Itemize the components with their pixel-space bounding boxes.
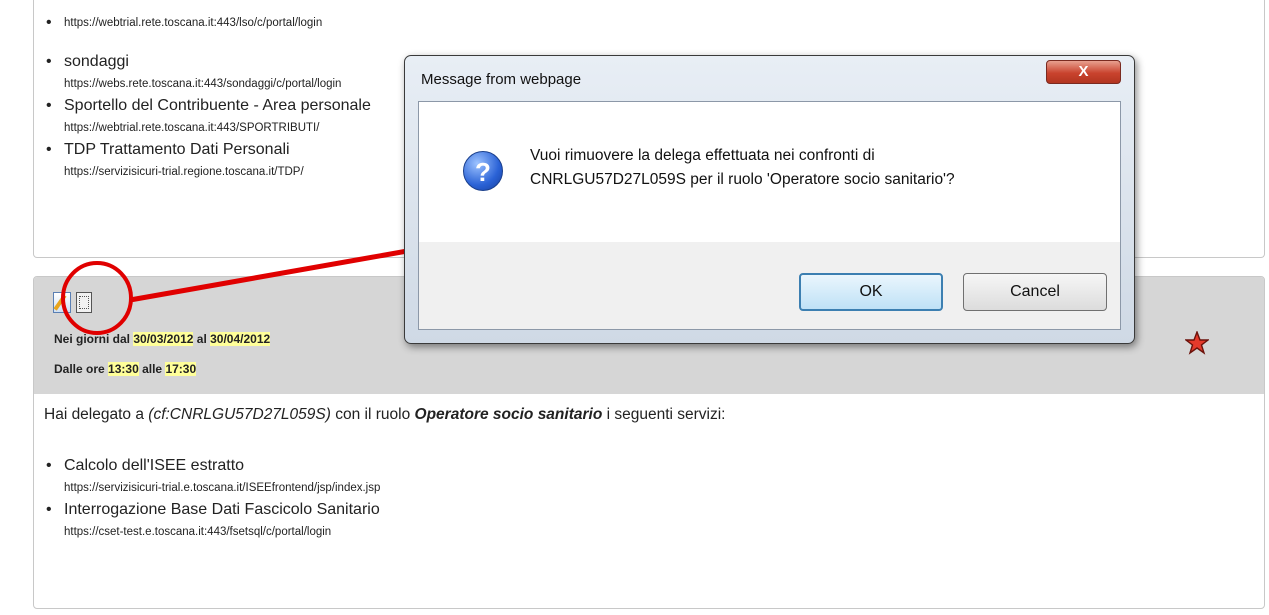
intro-text-a: Hai delegato a	[44, 406, 144, 423]
date-range: Nei giorni dal 30/03/2012 al 30/04/2012	[54, 332, 271, 346]
intro-text-b: con il ruolo	[335, 406, 411, 423]
question-icon: ?	[463, 151, 503, 191]
list-item: Interrogazione Base Dati Fascicolo Sanit…	[44, 499, 380, 543]
service-name[interactable]: sondaggi	[64, 51, 371, 73]
list-item: Sportello del Contribuente - Area person…	[44, 95, 371, 139]
delegate-role: Operatore socio sanitario	[414, 406, 603, 423]
date-to: 30/04/2012	[210, 332, 271, 346]
and-label: al	[196, 332, 207, 346]
service-url[interactable]: https://webtrial.rete.toscana.it:443/SPO…	[64, 117, 371, 139]
close-button[interactable]: X	[1046, 60, 1121, 84]
list-item: Calcolo dell'ISEE estratto https://servi…	[44, 455, 380, 499]
top-service-list: https://webtrial.rete.toscana.it:443/lso…	[44, 12, 322, 34]
delegated-service-list: Calcolo dell'ISEE estratto https://servi…	[44, 455, 380, 543]
dialog-message-line1: Vuoi rimuovere la delega effettuata nei …	[530, 147, 875, 164]
date-from: 30/03/2012	[133, 332, 194, 346]
service-url[interactable]: https://webtrial.rete.toscana.it:443/lso…	[64, 12, 322, 34]
list-item: TDP Trattamento Dati Personali https://s…	[44, 139, 371, 183]
service-url[interactable]: https://webs.rete.toscana.it:443/sondagg…	[64, 73, 371, 95]
service-name[interactable]: Sportello del Contribuente - Area person…	[64, 95, 371, 117]
days-label: Nei giorni dal	[54, 332, 131, 346]
time-range: Dalle ore 13:30 alle 17:30	[54, 362, 197, 376]
service-url[interactable]: https://servizisicuri-trial.e.toscana.it…	[64, 477, 380, 499]
edit-icon[interactable]	[53, 292, 71, 313]
delegate-cf: (cf:CNRLGU57D27L059S)	[148, 406, 331, 423]
list-item: https://webtrial.rete.toscana.it:443/lso…	[44, 12, 322, 34]
dialog-title: Message from webpage	[421, 71, 582, 88]
hours-mid-label: alle	[142, 362, 163, 376]
hours-label: Dalle ore	[54, 362, 105, 376]
delete-icon[interactable]	[76, 292, 92, 313]
service-name[interactable]: TDP Trattamento Dati Personali	[64, 139, 371, 161]
dialog-message: Vuoi rimuovere la delega effettuata nei …	[530, 144, 955, 192]
cancel-button[interactable]: Cancel	[963, 273, 1107, 311]
service-url[interactable]: https://cset-test.e.toscana.it:443/fsets…	[64, 521, 380, 543]
ok-button[interactable]: OK	[799, 273, 943, 311]
intro-text-c: i seguenti servizi:	[606, 406, 726, 423]
dialog-message-line2: CNRLGU57D27L059S per il ruolo 'Operatore…	[530, 171, 955, 188]
service-name[interactable]: Interrogazione Base Dati Fascicolo Sanit…	[64, 499, 380, 521]
list-item: sondaggi https://webs.rete.toscana.it:44…	[44, 51, 371, 95]
top-service-list-2: sondaggi https://webs.rete.toscana.it:44…	[44, 51, 371, 183]
time-to: 17:30	[165, 362, 197, 376]
delega-intro: Hai delegato a (cf:CNRLGU57D27L059S) con…	[44, 406, 726, 424]
service-name[interactable]: Calcolo dell'ISEE estratto	[64, 455, 380, 477]
star-icon[interactable]	[1185, 331, 1209, 355]
service-url[interactable]: https://servizisicuri-trial.regione.tosc…	[64, 161, 371, 183]
message-dialog: Message from webpage X ? Vuoi rimuovere …	[404, 55, 1135, 344]
time-from: 13:30	[108, 362, 139, 376]
dialog-body: ? Vuoi rimuovere la delega effettuata ne…	[418, 101, 1121, 330]
